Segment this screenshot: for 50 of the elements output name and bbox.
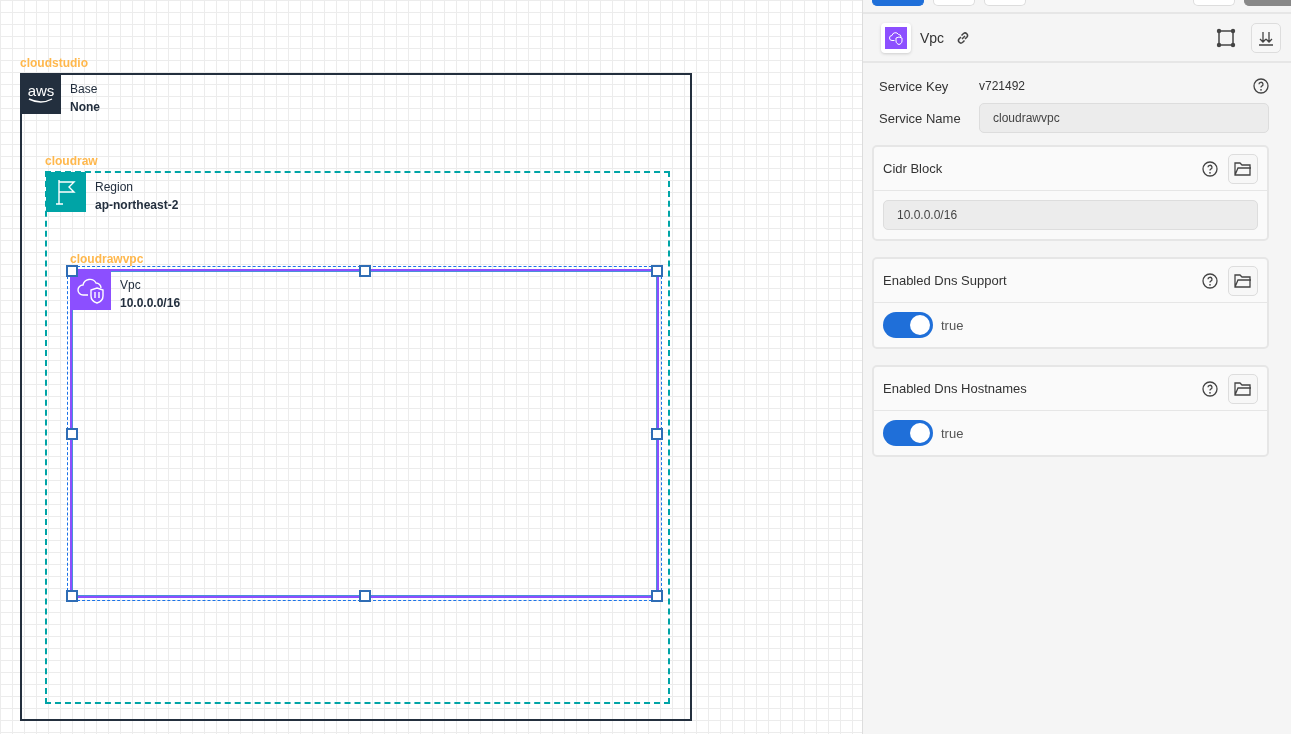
property-label: Enabled Dns Hostnames: [883, 381, 1027, 396]
resize-handle[interactable]: [66, 427, 78, 440]
resize-handle[interactable]: [358, 265, 371, 277]
resize-handle[interactable]: [358, 590, 371, 602]
node-select-icon[interactable]: [1216, 27, 1236, 48]
folder-icon: [1234, 273, 1252, 288]
toggle-value: true: [941, 317, 964, 333]
folder-icon: [1234, 381, 1252, 396]
service-icon: [881, 22, 911, 53]
toggle-switch[interactable]: [883, 312, 933, 338]
input-field[interactable]: 10.0.0.0/16: [883, 200, 1258, 230]
arrows-down-icon: [1258, 29, 1274, 46]
help-icon[interactable]: [1202, 272, 1218, 289]
folder-button[interactable]: [1228, 153, 1258, 184]
service-title: Vpc: [920, 29, 945, 46]
field-label: Service Key: [879, 78, 950, 94]
flag-icon: [46, 172, 86, 212]
cloud-group[interactable]: aws Base None cloudraw Region ap-northeast-2 cloudrawvpc Vpc 10.0.0.0/16: [20, 73, 692, 721]
cloud-shield-icon: [71, 270, 111, 310]
toggle-switch[interactable]: [883, 420, 933, 446]
property-label: Cidr Block: [883, 161, 943, 176]
service-key-value: v721492: [979, 79, 1027, 93]
folder-button[interactable]: [1228, 373, 1258, 404]
property-label: Enabled Dns Support: [883, 273, 1007, 288]
resize-handle[interactable]: [66, 265, 78, 277]
region-group[interactable]: Region ap-northeast-2 cloudrawvpc Vpc 10.0.0.0/16: [45, 171, 670, 704]
help-icon[interactable]: [1202, 160, 1218, 177]
aws-logo: aws: [21, 74, 61, 114]
group-label: cloudraw: [45, 154, 98, 168]
folder-button[interactable]: [1228, 265, 1258, 296]
sort-button[interactable]: [1251, 22, 1281, 53]
toggle-value: true: [941, 425, 964, 441]
folder-icon: [1234, 161, 1252, 176]
field-label: Service Name: [879, 110, 962, 126]
toolbar-button[interactable]: [872, 0, 924, 6]
group-value: ap-northeast-2: [95, 197, 179, 214]
resize-handle[interactable]: [66, 590, 78, 602]
group-value: None: [70, 99, 100, 116]
group-type: Base: [70, 81, 99, 98]
group-label: cloudstudio: [20, 56, 88, 70]
help-icon[interactable]: [1253, 78, 1269, 94]
resize-handle[interactable]: [651, 265, 663, 277]
help-icon[interactable]: [1202, 380, 1218, 397]
resize-handle[interactable]: [651, 590, 663, 602]
group-label: cloudrawvpc: [70, 252, 144, 266]
input-field[interactable]: cloudrawvpc: [979, 103, 1269, 133]
group-type: Vpc: [120, 277, 142, 294]
resize-handle[interactable]: [651, 427, 663, 440]
group-value: 10.0.0.0/16: [120, 295, 181, 312]
group-type: Region: [95, 179, 135, 196]
